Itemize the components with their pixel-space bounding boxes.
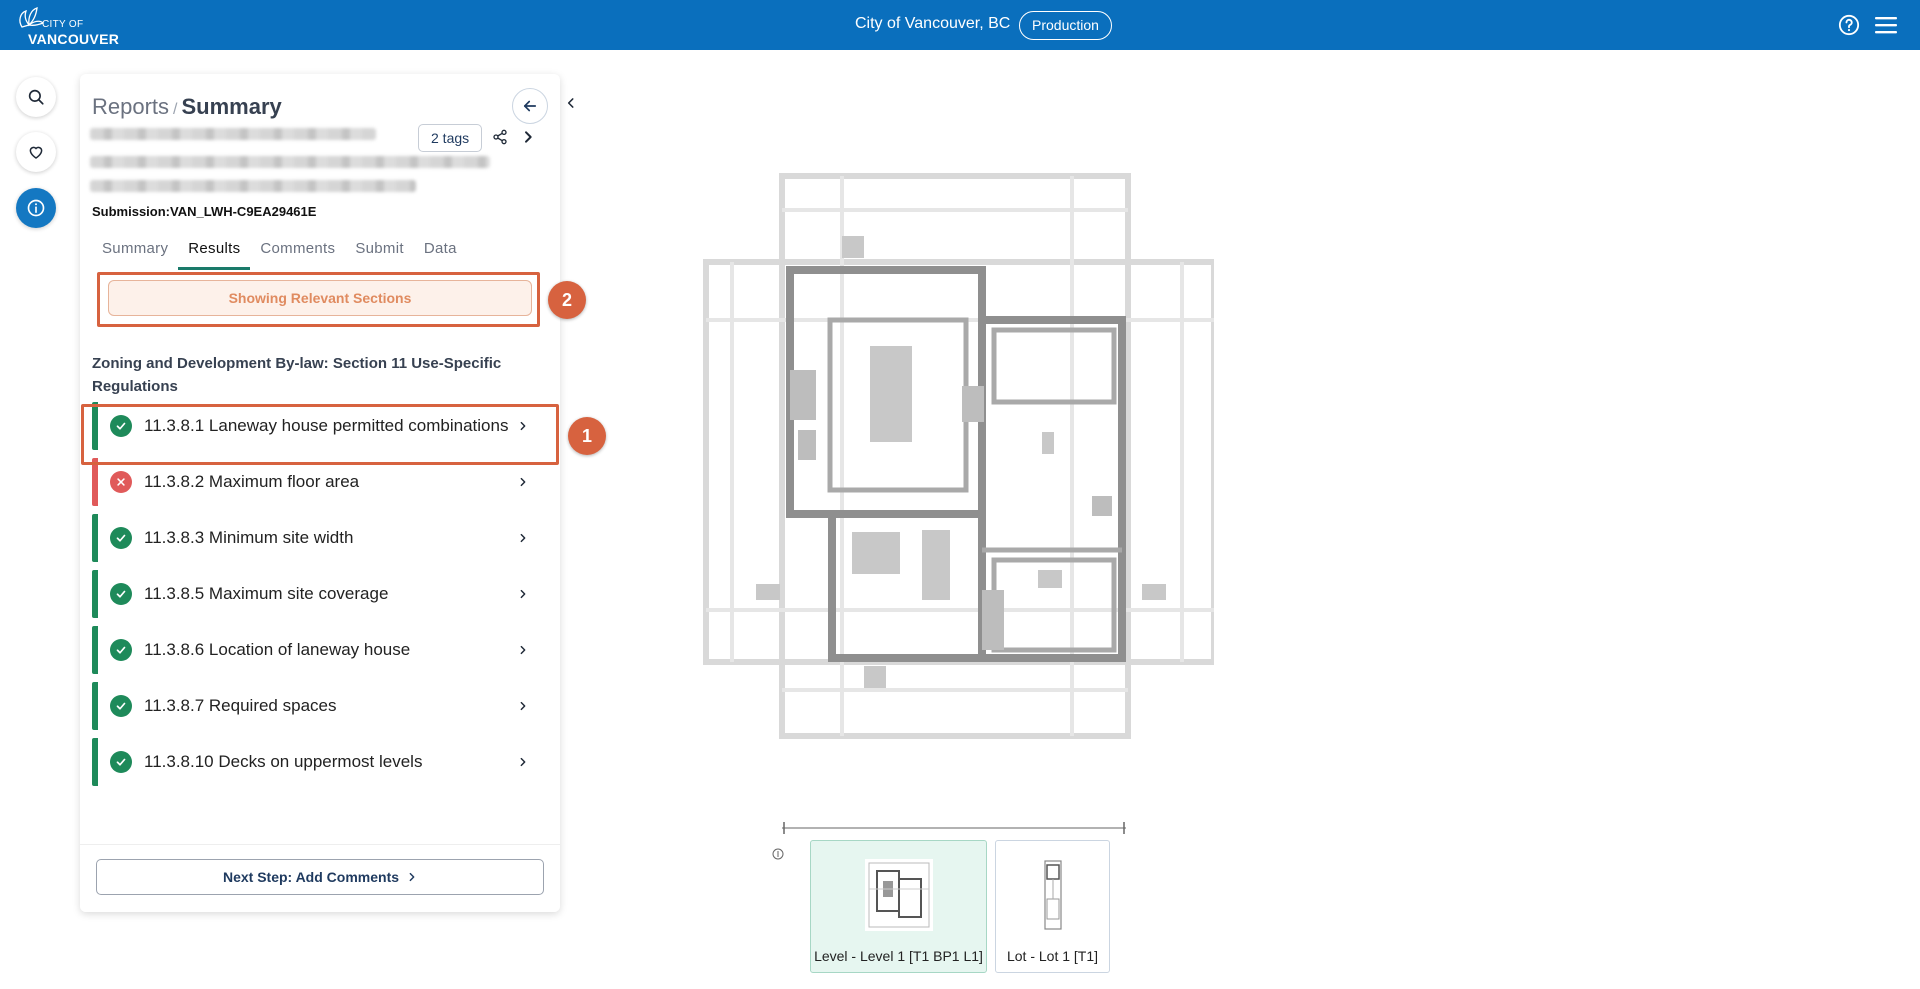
info-rail-button[interactable]	[16, 188, 56, 228]
result-item[interactable]: 11.3.8.10 Decks on uppermost levels	[92, 738, 548, 786]
heart-icon	[29, 146, 43, 159]
next-step-label: Next Step: Add Comments	[222, 869, 400, 885]
panel-footer: Next Step: Add Comments	[80, 844, 560, 912]
result-item[interactable]: 11.3.8.5 Maximum site coverage	[92, 570, 548, 618]
status-bar	[92, 738, 98, 786]
environment-badge[interactable]: Production	[1019, 11, 1112, 40]
thumbnail-image	[864, 859, 933, 931]
status-bar	[92, 682, 98, 730]
check-circle-icon	[110, 583, 132, 605]
hamburger-menu-icon[interactable]	[1874, 14, 1898, 36]
sheet-thumbnail-level-1[interactable]: Level - Level 1 [T1 BP1 L1]	[810, 840, 987, 973]
breadcrumb-separator: /	[173, 101, 178, 118]
arrow-left-icon	[523, 100, 537, 112]
result-item-label: 11.3.8.6 Location of laneway house	[144, 640, 411, 659]
redacted-address-line	[90, 128, 376, 140]
check-circle-icon	[110, 751, 132, 773]
breadcrumb-current: Summary	[181, 94, 282, 119]
status-bar	[92, 458, 98, 506]
tab-submit[interactable]: Submit	[345, 238, 414, 270]
logo-flower-icon	[19, 7, 44, 28]
chevron-right-icon	[409, 872, 415, 882]
result-item[interactable]: 11.3.8.7 Required spaces	[92, 682, 548, 730]
result-item-label: 11.3.8.5 Maximum site coverage	[144, 584, 389, 603]
annotation-highlight-2	[97, 272, 540, 327]
next-step-button[interactable]: Next Step: Add Comments	[96, 859, 544, 895]
thumbnail-image	[1018, 859, 1087, 931]
thumbnail-caption: Level - Level 1 [T1 BP1 L1]	[814, 948, 983, 964]
top-bar: CITY OF VANCOUVER City of Vancouver, BC …	[0, 0, 1920, 50]
tab-data[interactable]: Data	[414, 238, 467, 270]
city-logo[interactable]: CITY OF VANCOUVER	[14, 5, 124, 47]
annotation-highlight-1	[81, 404, 559, 465]
tab-summary[interactable]: Summary	[92, 238, 178, 270]
chevron-right-icon[interactable]	[520, 128, 536, 146]
sheet-thumbnail-lot-1[interactable]: Lot - Lot 1 [T1]	[995, 840, 1110, 973]
level-marker-icon	[772, 848, 784, 860]
result-item[interactable]: 11.3.8.6 Location of laneway house	[92, 626, 548, 674]
dimension-line	[782, 822, 1126, 834]
annotation-badge-1: 1	[568, 417, 606, 455]
tab-results[interactable]: Results	[178, 238, 251, 270]
check-circle-icon	[110, 695, 132, 717]
chevron-right-icon	[520, 589, 526, 599]
favorites-rail-button[interactable]	[16, 132, 56, 172]
tab-comments[interactable]: Comments	[250, 238, 345, 270]
help-icon[interactable]	[1838, 14, 1860, 36]
share-icon[interactable]	[492, 129, 508, 145]
report-panel: Reports / Summary 2 tags Submission:VAN_LW…	[80, 74, 574, 912]
status-bar	[92, 626, 98, 674]
city-name: City of Vancouver, BC	[855, 15, 1011, 32]
breadcrumb-parent[interactable]: Reports	[92, 94, 169, 119]
submission-id: Submission:VAN_LWH-C9EA29461E	[92, 204, 317, 219]
result-item[interactable]: 11.3.8.3 Minimum site width	[92, 514, 548, 562]
result-item-label: 11.3.8.7 Required spaces	[144, 696, 337, 715]
thumbnail-caption: Lot - Lot 1 [T1]	[1006, 948, 1099, 964]
check-circle-icon	[110, 527, 132, 549]
annotation-badge-2: 2	[548, 281, 586, 319]
collapse-panel-icon[interactable]	[564, 96, 578, 110]
tags-button[interactable]: 2 tags	[418, 124, 483, 152]
logo-text-city-of: CITY OF	[42, 19, 84, 30]
redacted-address-line	[90, 180, 416, 192]
section-heading: Zoning and Development By-law: Section 1…	[92, 355, 502, 395]
status-bar	[92, 570, 98, 618]
floor-plan-drawing[interactable]	[702, 170, 1214, 742]
x-circle-icon	[110, 471, 132, 493]
result-item[interactable]: 11.3.8.2 Maximum floor area	[92, 458, 548, 506]
redacted-address-line	[90, 156, 490, 168]
tab-bar: Summary Results Comments Submit Data	[92, 238, 467, 270]
search-rail-button[interactable]	[16, 77, 56, 117]
chevron-right-icon	[520, 701, 526, 711]
status-bar	[92, 514, 98, 562]
check-circle-icon	[110, 639, 132, 661]
result-item-label: 11.3.8.10 Decks on uppermost levels	[144, 752, 423, 771]
logo-text-vancouver: VANCOUVER	[28, 31, 120, 47]
back-button[interactable]	[512, 88, 548, 124]
search-icon	[28, 89, 44, 105]
result-item-label: 11.3.8.3 Minimum site width	[144, 528, 354, 547]
chevron-right-icon	[520, 757, 526, 767]
chevron-right-icon	[520, 533, 526, 543]
chevron-right-icon	[520, 645, 526, 655]
result-item-label: 11.3.8.2 Maximum floor area	[144, 472, 360, 491]
chevron-right-icon	[520, 477, 526, 487]
info-icon	[27, 199, 45, 217]
breadcrumb: Reports / Summary	[92, 94, 282, 120]
